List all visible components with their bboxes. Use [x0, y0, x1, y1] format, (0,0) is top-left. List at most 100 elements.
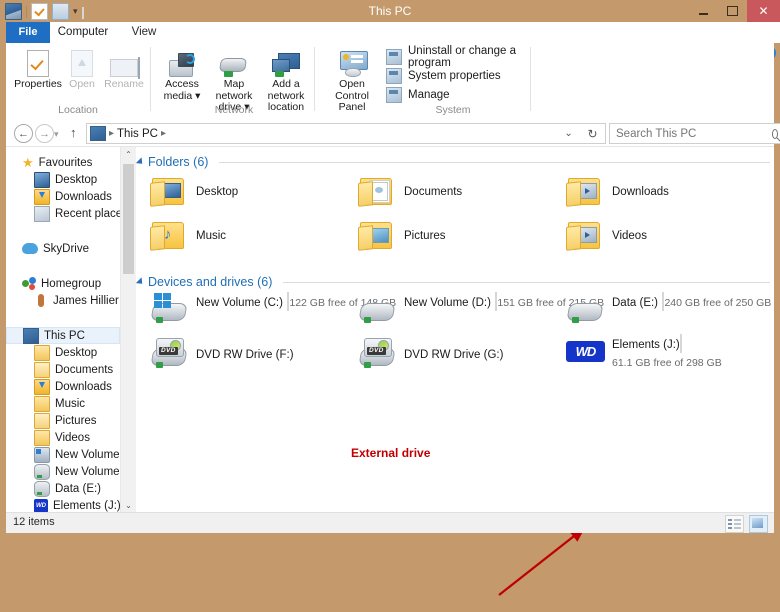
folder-tile-pictures[interactable]: Pictures: [358, 219, 446, 251]
folder-tile-videos[interactable]: Videos: [566, 219, 647, 251]
sidebar-item-desktop[interactable]: Desktop: [6, 171, 120, 188]
search-icon[interactable]: [772, 129, 778, 139]
address-bar: ← → ▾ ↑ ▸ This PC ▸ ⌄ ↻: [6, 119, 774, 146]
scrollbar-thumb[interactable]: [123, 164, 134, 274]
folder-videos-icon: [34, 430, 50, 446]
sidebar-group-homegroup[interactable]: Homegroup: [6, 275, 120, 292]
sidebar-item-james-hillier[interactable]: James Hillier: [6, 292, 120, 309]
sidebar-item-this-pc-label: This PC: [44, 330, 85, 342]
tab-computer[interactable]: Computer: [50, 22, 116, 43]
sidebar-item-elements-j-label: Elements (J:): [53, 500, 120, 512]
ribbon-button-rename: Rename: [96, 47, 152, 91]
folder-documents-icon: [358, 175, 396, 207]
sidebar-item-pictures[interactable]: Pictures: [6, 412, 120, 429]
sidebar-item-downloads[interactable]: Downloads: [6, 188, 120, 205]
ribbon-item-uninstall-program[interactable]: Uninstall or change a program: [386, 48, 530, 65]
folder-tile-documents[interactable]: Documents: [358, 175, 462, 207]
ribbon-group-label-location: Location: [6, 104, 150, 116]
ribbon-button-access-media-label: Access media ▾: [154, 79, 210, 102]
this-pc-icon: [90, 126, 106, 141]
capacity-bar: [680, 334, 682, 353]
recent-locations-button[interactable]: ▾: [54, 129, 59, 140]
tab-view[interactable]: View: [116, 22, 172, 43]
search-input[interactable]: [614, 127, 772, 141]
close-button[interactable]: ✕: [747, 0, 780, 22]
sidebar-item-music[interactable]: Music: [6, 395, 120, 412]
sidebar-item-documents[interactable]: Documents: [6, 361, 120, 378]
ribbon-separator-1: [150, 47, 151, 111]
wd-drive-icon: WD: [34, 499, 48, 513]
up-button[interactable]: ↑: [70, 125, 77, 140]
tab-file[interactable]: File: [6, 22, 50, 43]
dvd-drive-icon: [358, 338, 398, 370]
ribbon-item-system-properties[interactable]: System properties: [386, 67, 501, 84]
folder-tile-desktop[interactable]: Desktop: [150, 175, 238, 207]
sidebar-item-documents-label: Documents: [55, 364, 113, 376]
ribbon-button-access-media[interactable]: Access media ▾: [154, 47, 210, 102]
ribbon-item-system-properties-label: System properties: [408, 70, 501, 82]
minimize-icon: [699, 13, 708, 15]
details-view-button[interactable]: [725, 515, 744, 533]
chevron-down-icon[interactable]: ⌄: [564, 128, 572, 139]
ribbon-button-open-control-panel-label: Open Control Panel: [322, 79, 382, 114]
drive-tile-dvd-f[interactable]: DVD RW Drive (F:): [150, 338, 294, 370]
folder-documents-icon: [34, 362, 50, 378]
group-header-devices-and-drives[interactable]: Devices and drives (6): [136, 273, 774, 291]
drive-tile-elements-j[interactable]: WD Elements (J:) 61.1 GB free of 298 GB: [566, 335, 774, 371]
folder-tile-music[interactable]: ♪ Music: [150, 219, 226, 251]
scroll-down-icon[interactable]: ⌄: [121, 498, 136, 513]
group-header-folders[interactable]: Folders (6): [136, 153, 774, 171]
sidebar-item-desktop-pc[interactable]: Desktop: [6, 344, 120, 361]
folder-downloads-icon: [566, 175, 604, 207]
folder-videos-icon: [566, 219, 604, 251]
dvd-drive-icon: [150, 338, 190, 370]
address-bar-controls: ⌄ ↻: [557, 123, 606, 144]
explorer-content: ★ Favourites Desktop Downloads Recent pl…: [6, 146, 774, 513]
explorer-window: ▾ This PC ✕ File Computer View ? Propert…: [0, 0, 780, 534]
sidebar-item-videos[interactable]: Videos: [6, 429, 120, 446]
drive-icon: [34, 464, 50, 480]
sidebar-item-downloads-label: Downloads: [55, 191, 112, 203]
navigation-pane-scrollbar[interactable]: ⌃ ⌄: [120, 147, 136, 513]
search-box[interactable]: [609, 123, 780, 144]
refresh-icon[interactable]: ↻: [588, 127, 598, 141]
add-network-location-icon: [258, 47, 314, 77]
recent-places-icon: [34, 206, 50, 222]
folder-tile-videos-label: Videos: [612, 230, 647, 242]
sidebar-item-skydrive-label: SkyDrive: [43, 243, 89, 255]
sidebar-item-new-volume-d[interactable]: New Volume (D:): [6, 463, 120, 480]
drive-tile-dvd-g[interactable]: DVD RW Drive (G:): [358, 338, 503, 370]
breadcrumb-separator-2[interactable]: ▸: [161, 128, 166, 139]
sidebar-item-downloads-pc[interactable]: Downloads: [6, 378, 120, 395]
sidebar-item-this-pc[interactable]: This PC: [6, 327, 120, 344]
forward-button[interactable]: →: [35, 124, 54, 143]
sidebar-item-new-volume-c[interactable]: New Volume (C:): [6, 446, 120, 463]
back-button[interactable]: ←: [14, 124, 33, 143]
sidebar-item-recent-places[interactable]: Recent places: [6, 205, 120, 222]
sidebar-item-skydrive[interactable]: SkyDrive: [6, 240, 120, 257]
map-network-drive-icon: [206, 47, 262, 77]
scroll-up-icon[interactable]: ⌃: [121, 147, 136, 162]
folder-tile-downloads[interactable]: Downloads: [566, 175, 669, 207]
maximize-button[interactable]: [718, 0, 747, 22]
sidebar-item-elements-j[interactable]: WD Elements (J:): [6, 497, 120, 513]
group-header-rule: [283, 282, 770, 283]
sidebar-group-favourites[interactable]: ★ Favourites: [6, 154, 120, 171]
large-icons-view-button[interactable]: [749, 515, 768, 533]
minimize-button[interactable]: [689, 0, 718, 22]
drive-tile-data-e[interactable]: Data (E:) 240 GB free of 250 GB: [566, 293, 771, 325]
sidebar-item-pictures-label: Pictures: [55, 415, 97, 427]
ribbon-group-network: Access media ▾ Map network drive ▾ Add a…: [154, 43, 314, 119]
breadcrumb-item-this-pc[interactable]: This PC: [117, 128, 158, 140]
ribbon-item-manage[interactable]: Manage: [386, 86, 450, 103]
homegroup-icon: [22, 277, 36, 290]
sidebar-item-new-volume-d-label: New Volume (D:): [55, 466, 120, 478]
sidebar-item-data-e[interactable]: Data (E:): [6, 480, 120, 497]
sidebar-item-recent-places-label: Recent places: [55, 208, 120, 220]
breadcrumb[interactable]: ▸ This PC ▸: [86, 123, 561, 144]
ribbon-button-open-control-panel[interactable]: Open Control Panel: [322, 47, 382, 114]
ribbon-item-manage-label: Manage: [408, 89, 450, 101]
drive-free-space-text: 240 GB free of 250 GB: [664, 297, 771, 309]
collapse-triangle-icon[interactable]: [136, 277, 145, 286]
collapse-triangle-icon[interactable]: [136, 157, 145, 166]
